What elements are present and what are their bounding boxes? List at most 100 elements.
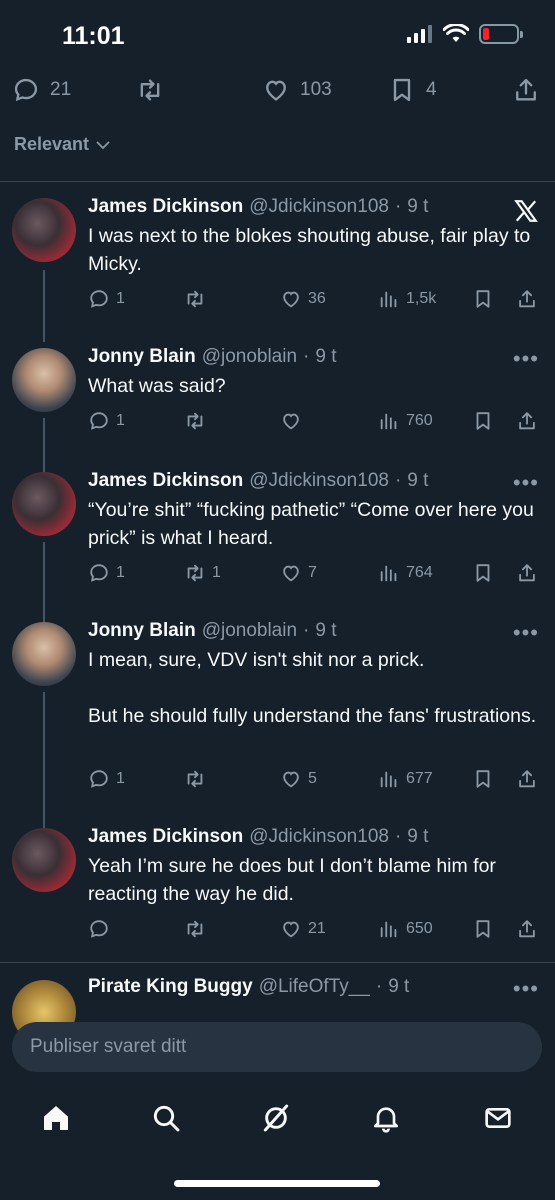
repost-button[interactable] — [184, 768, 212, 790]
tweet-actions: 21 650 — [88, 918, 541, 946]
reply-button[interactable]: 1 — [88, 768, 125, 790]
reply-input[interactable]: Publiser svaret ditt — [12, 1022, 542, 1072]
bookmark-icon — [476, 290, 490, 308]
tweet-text: I mean, sure, VDV isn't shit nor a prick… — [88, 649, 537, 727]
repost-button[interactable]: 1 — [184, 562, 221, 584]
grok-icon — [263, 1104, 289, 1132]
like-button[interactable]: 21 — [280, 918, 326, 940]
like-count: 36 — [308, 290, 326, 307]
reply-button[interactable]: 1 — [88, 410, 125, 432]
heart-icon — [283, 921, 299, 938]
bookmark-count: 4 — [426, 79, 437, 100]
status-icons — [407, 24, 523, 44]
share-button[interactable] — [516, 562, 538, 584]
author-handle[interactable]: @LifeOfTy__ — [259, 976, 370, 998]
reply-icon — [90, 770, 108, 788]
repost-button[interactable] — [184, 410, 212, 432]
author-handle[interactable]: @Jdickinson108 — [249, 826, 389, 848]
tweet-time: 9 t — [407, 826, 429, 847]
share-button[interactable] — [512, 76, 540, 104]
post-action-row: 21 103 4 — [0, 68, 555, 112]
author-name[interactable]: Jonny Blain — [88, 620, 196, 642]
author-name[interactable]: James Dickinson — [88, 470, 243, 492]
view-count: 650 — [406, 920, 433, 937]
author-name[interactable]: Jonny Blain — [88, 346, 196, 368]
author-name[interactable]: James Dickinson — [88, 196, 243, 218]
bookmark-button[interactable] — [472, 918, 494, 940]
tab-notifications[interactable] — [366, 1088, 406, 1148]
view-count: 677 — [406, 770, 433, 787]
reply-count: 1 — [116, 290, 125, 307]
like-button[interactable]: 36 — [280, 288, 326, 310]
bookmark-button[interactable] — [472, 562, 494, 584]
share-icon — [519, 564, 535, 582]
author-handle[interactable]: @jonoblain — [202, 620, 297, 642]
bookmark-button[interactable] — [472, 410, 494, 432]
tweet-text: Yeah I’m sure he does but I don’t blame … — [88, 855, 496, 905]
reply-icon — [90, 290, 108, 308]
repost-button[interactable] — [184, 918, 212, 940]
views-button[interactable]: 760 — [378, 410, 433, 432]
divider — [0, 962, 555, 963]
home-icon — [44, 1106, 68, 1130]
author-name[interactable]: James Dickinson — [88, 826, 243, 848]
tab-grok[interactable] — [256, 1088, 296, 1148]
sort-filter-dropdown[interactable]: Relevant — [14, 134, 111, 155]
bookmark-button[interactable] — [472, 288, 494, 310]
views-button[interactable]: 764 — [378, 562, 433, 584]
status-time: 11:01 — [62, 22, 125, 50]
tweet-time: 9 t — [388, 976, 410, 997]
bookmark-button[interactable]: 4 — [388, 76, 437, 104]
author-name[interactable]: Pirate King Buggy — [88, 976, 253, 998]
avatar[interactable] — [12, 198, 76, 262]
battery-icon — [479, 24, 523, 44]
tweet-time: 9 t — [407, 470, 429, 491]
tweet-time: 9 t — [315, 620, 337, 641]
like-button[interactable]: 103 — [262, 76, 332, 104]
avatar[interactable] — [12, 348, 76, 412]
views-button[interactable]: 650 — [378, 918, 433, 940]
share-icon — [519, 290, 535, 308]
avatar[interactable] — [12, 472, 76, 536]
tab-search[interactable] — [146, 1088, 186, 1148]
share-button[interactable] — [516, 288, 538, 310]
views-button[interactable]: 1,5k — [378, 288, 436, 310]
reply-input-placeholder: Publiser svaret ditt — [30, 1036, 187, 1057]
share-button[interactable] — [516, 410, 538, 432]
repost-button[interactable] — [136, 76, 164, 104]
views-chart-icon — [380, 413, 397, 430]
reply-button[interactable] — [88, 918, 116, 940]
tweet-actions: 1 5 677 — [88, 768, 541, 796]
author-handle[interactable]: @jonoblain — [202, 346, 297, 368]
views-chart-icon — [380, 291, 397, 308]
heart-icon — [283, 771, 299, 788]
avatar[interactable] — [12, 828, 76, 892]
reply-count: 21 — [50, 79, 72, 100]
status-bar: 11:01 — [0, 0, 555, 70]
share-button[interactable] — [516, 918, 538, 940]
reply-button[interactable]: 1 — [88, 562, 125, 584]
repost-button[interactable] — [184, 288, 212, 310]
like-button[interactable] — [280, 410, 308, 432]
author-handle[interactable]: @Jdickinson108 — [249, 196, 389, 218]
bookmark-icon — [476, 412, 490, 430]
author-handle[interactable]: @Jdickinson108 — [249, 470, 389, 492]
tab-messages[interactable] — [478, 1088, 518, 1148]
share-button[interactable] — [516, 768, 538, 790]
views-chart-icon — [380, 565, 397, 582]
like-button[interactable]: 7 — [280, 562, 317, 584]
like-button[interactable]: 5 — [280, 768, 317, 790]
views-button[interactable]: 677 — [378, 768, 433, 790]
tweet-actions: 1 1 7 764 — [88, 562, 541, 590]
bookmark-icon — [476, 770, 490, 788]
heart-icon — [283, 565, 299, 582]
reply-button[interactable]: 1 — [88, 288, 125, 310]
bookmark-button[interactable] — [472, 768, 494, 790]
repost-icon — [187, 290, 203, 308]
tab-home[interactable] — [36, 1088, 76, 1148]
search-icon — [153, 1105, 180, 1132]
signal-icon — [407, 25, 432, 43]
heart-icon — [266, 80, 286, 101]
avatar[interactable] — [12, 622, 76, 686]
reply-button[interactable]: 21 — [12, 76, 71, 104]
